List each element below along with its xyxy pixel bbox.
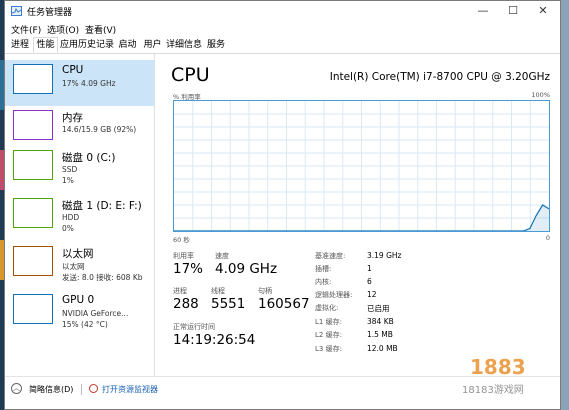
tab-users[interactable]: 用户 bbox=[141, 39, 164, 53]
resource-item-cpu[interactable]: CPU 17% 4.09 GHz bbox=[5, 60, 154, 106]
cpu-utilization-graph bbox=[173, 100, 550, 232]
tab-startup[interactable]: 启动 bbox=[116, 39, 139, 53]
cpu-model-name: Intel(R) Core(TM) i7-8700 CPU @ 3.20GHz bbox=[329, 71, 550, 83]
resource-name: GPU 0 bbox=[62, 294, 95, 306]
tab-performance[interactable]: 性能 bbox=[33, 37, 58, 53]
resource-monitor-icon[interactable] bbox=[89, 384, 98, 393]
chevron-up-icon[interactable]: ︿ bbox=[11, 383, 22, 394]
spec-l3-cache-label: L3 缓存: bbox=[315, 345, 342, 353]
resource-detail: 17% 4.09 GHz bbox=[62, 79, 116, 88]
resource-detail-2: 15% (42 °C) bbox=[62, 320, 108, 329]
detail-title: CPU bbox=[171, 64, 210, 86]
spec-l3-cache-value: 12.0 MB bbox=[367, 344, 398, 353]
uptime-value: 14:19:26:54 bbox=[173, 332, 256, 348]
resource-name: 内存 bbox=[62, 112, 83, 124]
spec-virtualization-label: 虚拟化: bbox=[315, 304, 339, 312]
spec-base-speed-value: 3.19 GHz bbox=[367, 251, 402, 260]
maximize-button[interactable]: ☐ bbox=[498, 3, 528, 19]
uptime-label: 正常运行时间 bbox=[173, 323, 215, 331]
title-bar[interactable]: 任务管理器 — ☐ ✕ bbox=[5, 1, 560, 21]
spec-sockets-label: 插槽: bbox=[315, 265, 332, 273]
graph-label-max: 100% bbox=[531, 91, 550, 99]
tab-bar: 进程 性能 应用历史记录 启动 用户 详细信息 服务 bbox=[5, 37, 560, 54]
disk-0-mini-graph bbox=[13, 150, 53, 180]
speed-label: 速度 bbox=[215, 252, 229, 260]
tab-app-history[interactable]: 应用历史记录 bbox=[60, 39, 114, 53]
graph-label-zero: 0 bbox=[545, 234, 550, 242]
threads-label: 线程 bbox=[211, 287, 225, 295]
resource-item-disk-0[interactable]: 磁盘 0 (C:) SSD 1% bbox=[5, 146, 154, 192]
spec-cores-value: 6 bbox=[367, 277, 372, 286]
window-title: 任务管理器 bbox=[27, 8, 73, 18]
processes-label: 进程 bbox=[173, 287, 187, 295]
task-manager-window: 任务管理器 — ☐ ✕ 文件(F) 选项(O) 查看(V) 进程 性能 应用历史… bbox=[4, 0, 561, 410]
resource-detail-2: 发送: 8.0 接收: 608 Kb bbox=[62, 273, 143, 282]
spec-cores-label: 内核: bbox=[315, 278, 332, 286]
menu-bar: 文件(F) 选项(O) 查看(V) bbox=[5, 21, 560, 37]
open-resource-monitor-link[interactable]: 打开资源监视器 bbox=[102, 384, 158, 395]
ethernet-mini-graph bbox=[13, 246, 53, 276]
resource-item-ethernet[interactable]: 以太网 以太网 发送: 8.0 接收: 608 Kb bbox=[5, 242, 154, 288]
desktop-background-right bbox=[560, 0, 569, 410]
resource-detail: 以太网 bbox=[62, 262, 85, 271]
tab-services[interactable]: 服务 bbox=[204, 39, 228, 53]
watermark-logo: 1883 bbox=[470, 355, 526, 379]
spec-virtualization-value: 已启用 bbox=[367, 304, 390, 313]
resource-name: CPU bbox=[62, 64, 84, 76]
cpu-utilization-graph-canvas bbox=[174, 101, 549, 231]
cpu-detail-pane: CPU Intel(R) Core(TM) i7-8700 CPU @ 3.20… bbox=[155, 54, 560, 376]
spec-sockets-value: 1 bbox=[367, 264, 372, 273]
site-watermark: 1883 18183游戏网 bbox=[462, 355, 552, 407]
watermark-site-name: 18183游戏网 bbox=[462, 385, 524, 396]
resource-detail-2: 0% bbox=[62, 224, 74, 233]
resource-detail-2: 1% bbox=[62, 176, 74, 185]
resource-detail: HDD bbox=[62, 213, 80, 222]
resource-item-gpu-0[interactable]: GPU 0 NVIDIA GeForce... 15% (42 °C) bbox=[5, 290, 154, 336]
menu-file[interactable]: 文件(F) bbox=[11, 23, 41, 36]
resource-detail: SSD bbox=[62, 165, 78, 174]
spec-l1-cache-value: 384 KB bbox=[367, 317, 394, 326]
resource-detail: NVIDIA GeForce... bbox=[62, 309, 129, 318]
speed-value: 4.09 GHz bbox=[215, 261, 278, 277]
close-button[interactable]: ✕ bbox=[528, 3, 558, 19]
utilization-value: 17% bbox=[173, 261, 204, 277]
footer-divider bbox=[81, 384, 82, 395]
task-manager-app-icon bbox=[11, 6, 22, 16]
graph-label-time-span: 60 秒 bbox=[173, 236, 190, 244]
menu-view[interactable]: 查看(V) bbox=[85, 23, 116, 36]
minimize-button[interactable]: — bbox=[468, 3, 498, 19]
handles-label: 句柄 bbox=[258, 287, 272, 295]
resource-list: CPU 17% 4.09 GHz 内存 14.6/15.9 GB (92%) 磁… bbox=[5, 54, 155, 376]
cpu-mini-graph bbox=[13, 64, 53, 94]
resource-item-disk-1[interactable]: 磁盘 1 (D: E: F:) HDD 0% bbox=[5, 194, 154, 240]
resource-detail: 14.6/15.9 GB (92%) bbox=[62, 125, 137, 134]
resource-name: 磁盘 1 (D: E: F:) bbox=[62, 200, 142, 212]
processes-value: 288 bbox=[173, 296, 199, 312]
memory-mini-graph bbox=[13, 110, 53, 140]
resource-name: 磁盘 0 (C:) bbox=[62, 152, 116, 164]
spec-logical-processors-value: 12 bbox=[367, 290, 377, 299]
utilization-label: 利用率 bbox=[173, 252, 194, 260]
menu-options[interactable]: 选项(O) bbox=[47, 23, 79, 36]
disk-1-mini-graph bbox=[13, 198, 53, 228]
gpu-0-mini-graph bbox=[13, 294, 53, 324]
spec-l2-cache-label: L2 缓存: bbox=[315, 331, 342, 339]
spec-l1-cache-label: L1 缓存: bbox=[315, 318, 342, 326]
threads-value: 5551 bbox=[211, 296, 246, 312]
spec-l2-cache-value: 1.5 MB bbox=[367, 330, 393, 339]
spec-logical-processors-label: 逻辑处理器: bbox=[315, 291, 353, 299]
tab-details[interactable]: 详细信息 bbox=[166, 39, 202, 53]
tab-processes[interactable]: 进程 bbox=[8, 39, 32, 53]
fewer-details-link[interactable]: 简略信息(D) bbox=[29, 384, 73, 395]
graph-grid bbox=[174, 101, 549, 231]
handles-value: 160567 bbox=[258, 296, 310, 312]
resource-name: 以太网 bbox=[62, 248, 94, 260]
spec-base-speed-label: 基准速度: bbox=[315, 252, 346, 260]
